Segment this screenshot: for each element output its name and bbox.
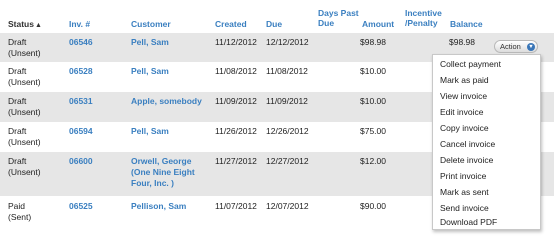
created-date: 11/12/2012 (215, 37, 257, 47)
status-cell: Draft (Unsent) (8, 126, 41, 148)
status-text: Draft (8, 156, 27, 166)
amount-value: $90.00 (360, 201, 386, 211)
status-text: Draft (8, 126, 27, 136)
invoice-number-link[interactable]: 06546 (69, 37, 93, 48)
status-text: Paid (8, 201, 26, 211)
invoice-number-link[interactable]: 06531 (69, 96, 93, 107)
column-incentive-header[interactable]: Incentive /Penalty (405, 8, 442, 28)
menu-item-print-invoice[interactable]: Print invoice (440, 171, 486, 182)
menu-item-collect-payment[interactable]: Collect payment (440, 59, 501, 70)
column-created-header[interactable]: Created (215, 19, 247, 29)
column-status-header[interactable]: Status▲ (8, 19, 42, 31)
customer-link[interactable]: Apple, somebody (131, 96, 202, 107)
menu-item-mark-as-sent[interactable]: Mark as sent (440, 187, 489, 198)
menu-item-delete-invoice[interactable]: Delete invoice (440, 155, 493, 166)
column-due-header[interactable]: Due (266, 19, 282, 29)
invoice-number-link[interactable]: 06525 (69, 201, 93, 212)
column-amount-header[interactable]: Amount (362, 19, 394, 29)
menu-item-edit-invoice[interactable]: Edit invoice (440, 107, 483, 118)
menu-item-view-invoice[interactable]: View invoice (440, 91, 487, 102)
menu-item-download-pdf[interactable]: Download PDF (440, 217, 497, 228)
due-date: 12/27/2012 (266, 156, 309, 166)
amount-value: $10.00 (360, 96, 386, 106)
incentive-line2: /Penalty (405, 18, 438, 28)
status-sub: (Unsent) (8, 137, 41, 147)
created-date: 11/26/2012 (215, 126, 257, 136)
amount-value: $10.00 (360, 66, 386, 76)
column-customer-header[interactable]: Customer (131, 19, 171, 29)
status-cell: Draft (Unsent) (8, 66, 41, 88)
customer-link[interactable]: Pell, Sam (131, 37, 169, 48)
action-dropdown-button[interactable]: Action ▼ (494, 40, 538, 53)
column-inv-header[interactable]: Inv. # (69, 19, 90, 29)
customer-name-line1: Orwell, George (131, 156, 192, 166)
invoice-number-link[interactable]: 06594 (69, 126, 93, 137)
customer-link[interactable]: Pellison, Sam (131, 201, 186, 212)
sort-ascending-icon[interactable]: ▲ (35, 22, 42, 29)
status-sub: (Unsent) (8, 77, 41, 87)
status-cell: Draft (Unsent) (8, 96, 41, 118)
invoice-number-link[interactable]: 06528 (69, 66, 93, 77)
status-text: Draft (8, 96, 27, 106)
days-past-due-line1: Days Past (318, 8, 359, 18)
chevron-down-circle-icon: ▼ (527, 43, 535, 51)
status-text: Draft (8, 37, 27, 47)
customer-link[interactable]: Pell, Sam (131, 66, 169, 77)
column-days-past-due-header[interactable]: Days Past Due (318, 8, 359, 28)
days-past-due-line2: Due (318, 18, 335, 28)
amount-value: $98.98 (360, 37, 386, 47)
status-cell: Paid (Sent) (8, 201, 31, 223)
status-sub: (Unsent) (8, 167, 41, 177)
status-cell: Draft (Unsent) (8, 156, 41, 178)
created-date: 11/08/2012 (215, 66, 257, 76)
amount-value: $12.00 (360, 156, 386, 166)
status-sub: (Sent) (8, 212, 32, 222)
action-menu: Collect payment Mark as paid View invoic… (432, 54, 541, 230)
due-date: 11/08/2012 (266, 66, 308, 76)
customer-link[interactable]: Orwell, George (One Nine Eight Four, Inc… (131, 156, 195, 189)
menu-item-send-invoice[interactable]: Send invoice (440, 203, 489, 214)
created-date: 11/07/2012 (215, 201, 257, 211)
due-date: 12/12/2012 (266, 37, 309, 47)
menu-item-mark-as-paid[interactable]: Mark as paid (440, 75, 489, 86)
menu-item-cancel-invoice[interactable]: Cancel invoice (440, 139, 495, 150)
customer-name-line3: Four, Inc. ) (131, 178, 174, 188)
amount-value: $75.00 (360, 126, 386, 136)
created-date: 11/27/2012 (215, 156, 257, 166)
table-header: Status▲ Inv. # Customer Created Due Days… (0, 0, 554, 31)
due-date: 11/09/2012 (266, 96, 308, 106)
status-text: Draft (8, 66, 27, 76)
created-date: 11/09/2012 (215, 96, 257, 106)
column-status-label: Status (8, 19, 34, 29)
status-sub: (Unsent) (8, 107, 41, 117)
status-cell: Draft (Unsent) (8, 37, 41, 59)
column-balance-header[interactable]: Balance (450, 19, 483, 29)
incentive-line1: Incentive (405, 8, 442, 18)
customer-name-line2: (One Nine Eight (131, 167, 195, 177)
menu-item-copy-invoice[interactable]: Copy invoice (440, 123, 489, 134)
due-date: 12/26/2012 (266, 126, 309, 136)
customer-link[interactable]: Pell, Sam (131, 126, 169, 137)
status-sub: (Unsent) (8, 48, 41, 58)
action-button-label: Action (500, 42, 521, 51)
due-date: 12/07/2012 (266, 201, 309, 211)
balance-value: $98.98 (449, 37, 475, 47)
invoice-number-link[interactable]: 06600 (69, 156, 93, 167)
